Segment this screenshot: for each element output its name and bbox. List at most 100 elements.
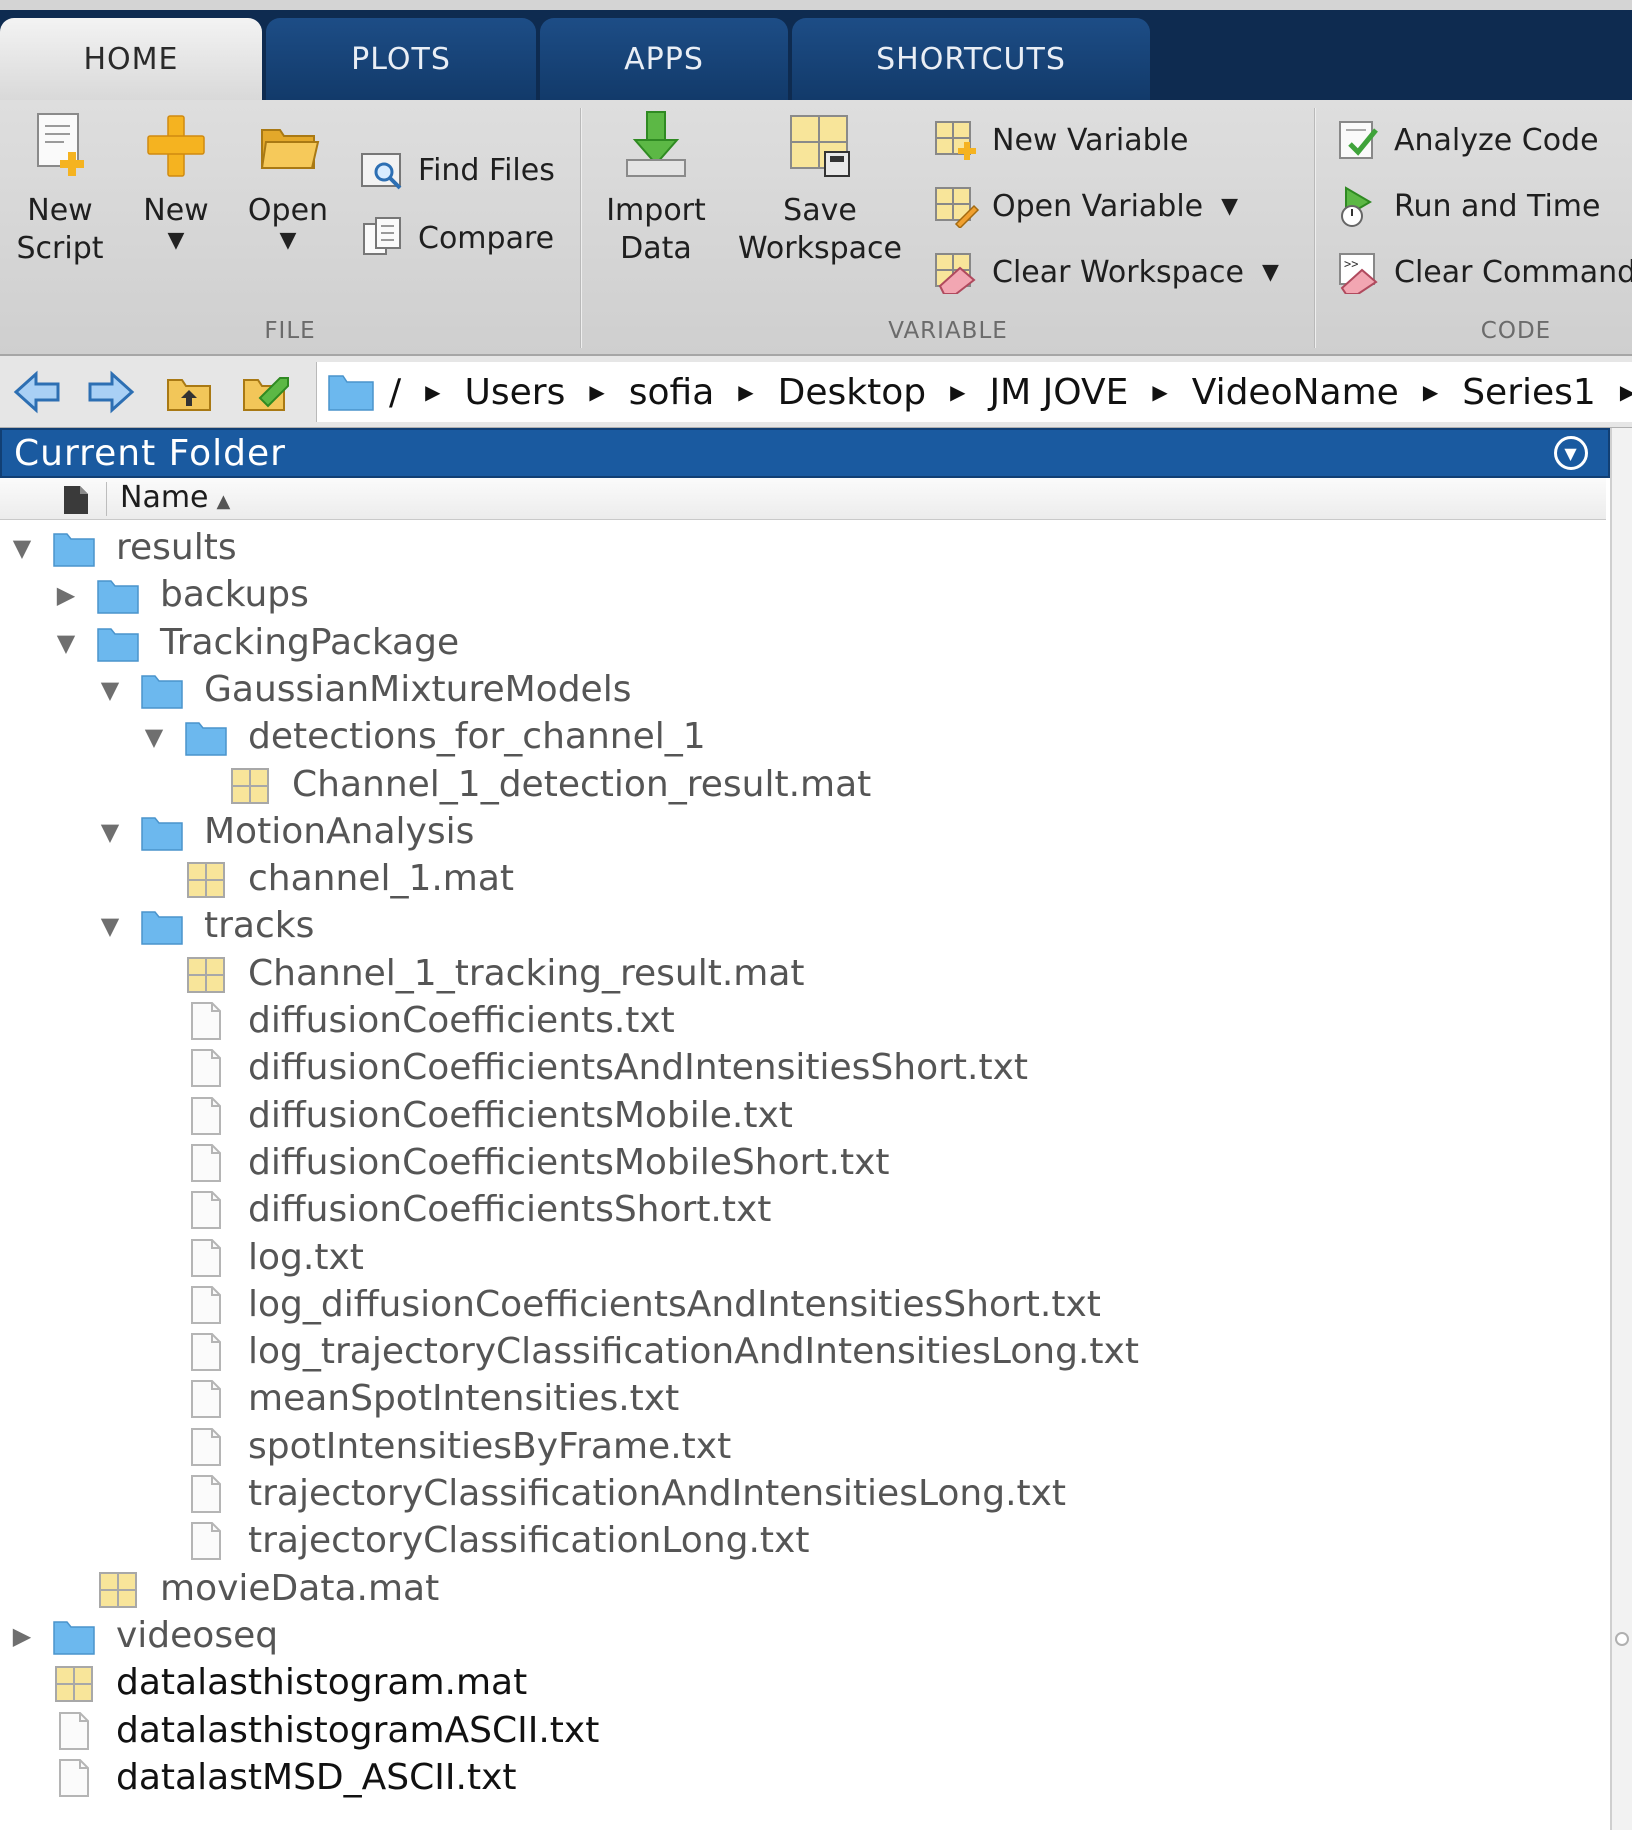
- column-divider: [106, 482, 107, 516]
- tab-home[interactable]: HOME: [0, 18, 262, 100]
- file-name: log_diffusionCoefficientsAndIntensitiesS…: [248, 1283, 1101, 1325]
- breadcrumb-users[interactable]: Users: [465, 372, 566, 413]
- file-row[interactable]: diffusionCoefficientsShort.txt: [0, 1186, 1606, 1233]
- file-row[interactable]: log_trajectoryClassificationAndIntensiti…: [0, 1328, 1606, 1375]
- code-section-label: CODE: [1480, 318, 1552, 344]
- forward-arrow-icon[interactable]: [86, 370, 136, 414]
- file-row[interactable]: spotIntensitiesByFrame.txt: [0, 1423, 1606, 1470]
- import-data-label-2: Data: [620, 231, 692, 266]
- breadcrumb-jm-jove[interactable]: JM JOVE: [990, 372, 1129, 413]
- file-row[interactable]: diffusionCoefficientsAndIntensitiesShort…: [0, 1044, 1606, 1091]
- tab-apps[interactable]: APPS: [540, 18, 788, 100]
- folder-row[interactable]: ▼ results: [0, 524, 1606, 571]
- breadcrumb-desktop[interactable]: Desktop: [778, 372, 926, 413]
- file-row[interactable]: diffusionCoefficients.txt: [0, 997, 1606, 1044]
- file-row[interactable]: trajectoryClassificationAndIntensitiesLo…: [0, 1470, 1606, 1517]
- file-row[interactable]: diffusionCoefficientsMobileShort.txt: [0, 1139, 1606, 1186]
- import-data-button[interactable]: Import Data: [600, 110, 712, 268]
- scroll-thumb[interactable]: [1615, 1632, 1629, 1646]
- collapse-toggle-icon[interactable]: ▼: [52, 629, 80, 657]
- breadcrumb-separator-icon[interactable]: ▶: [1423, 380, 1438, 404]
- new-button[interactable]: New ▼: [134, 110, 218, 252]
- expand-toggle-icon[interactable]: ▶: [52, 581, 80, 609]
- breadcrumb-separator-icon[interactable]: ▶: [425, 380, 440, 404]
- clear-workspace-dropdown-arrow-icon[interactable]: ▼: [1262, 260, 1279, 285]
- breadcrumb-videoname[interactable]: VideoName: [1192, 372, 1399, 413]
- clear-workspace-button[interactable]: Clear Workspace ▼: [934, 250, 1279, 294]
- file-row[interactable]: channel_1.mat: [0, 855, 1606, 902]
- breadcrumb-sofia[interactable]: sofia: [629, 372, 715, 413]
- compare-button[interactable]: Compare: [360, 216, 554, 260]
- open-variable-dropdown-arrow-icon[interactable]: ▼: [1221, 194, 1238, 219]
- breadcrumb-separator-icon[interactable]: ▶: [1620, 380, 1632, 404]
- new-dropdown-arrow-icon[interactable]: ▼: [134, 230, 218, 252]
- open-dropdown-arrow-icon[interactable]: ▼: [240, 230, 336, 252]
- file-row[interactable]: log_diffusionCoefficientsAndIntensitiesS…: [0, 1281, 1606, 1328]
- file-row[interactable]: diffusionCoefficientsMobile.txt: [0, 1092, 1606, 1139]
- ribbon-separator: [580, 108, 582, 348]
- back-arrow-icon[interactable]: [12, 370, 62, 414]
- breadcrumb-separator-icon[interactable]: ▶: [738, 380, 753, 404]
- folder-row[interactable]: ▶ videoseq: [0, 1612, 1606, 1659]
- clear-commands-button[interactable]: >> Clear Command: [1336, 250, 1632, 294]
- folder-row[interactable]: ▼ GaussianMixtureModels: [0, 666, 1606, 713]
- breadcrumb-separator-icon[interactable]: ▶: [589, 380, 604, 404]
- folder-icon: [328, 375, 374, 411]
- folder-row[interactable]: ▼ TrackingPackage: [0, 619, 1606, 666]
- folder-icon: [141, 675, 183, 709]
- open-button[interactable]: Open ▼: [240, 110, 336, 252]
- current-folder-header: Current Folder ▼: [0, 428, 1610, 478]
- folder-icon: [97, 627, 139, 662]
- path-breadcrumb[interactable]: / ▶ Users ▶ sofia ▶ Desktop ▶ JM JOVE ▶ …: [316, 362, 1632, 422]
- name-column-header[interactable]: Name ▲: [120, 480, 230, 515]
- analyze-code-button[interactable]: Analyze Code: [1336, 118, 1599, 162]
- folder-row[interactable]: ▼ tracks: [0, 902, 1606, 949]
- panel-actions-menu-icon[interactable]: ▼: [1554, 436, 1588, 470]
- file-row[interactable]: trajectoryClassificationLong.txt: [0, 1517, 1606, 1564]
- tab-plots[interactable]: PLOTS: [266, 18, 536, 100]
- folder-row[interactable]: ▼ detections_for_channel_1: [0, 713, 1606, 760]
- find-files-button[interactable]: Find Files: [360, 148, 555, 192]
- run-and-time-icon: [1341, 186, 1372, 227]
- new-script-button[interactable]: New Script: [8, 110, 112, 268]
- file-row[interactable]: Channel_1_tracking_result.mat: [0, 950, 1606, 997]
- expand-toggle-icon[interactable]: ▶: [8, 1622, 36, 1650]
- file-row[interactable]: datalasthistogram.mat: [0, 1659, 1606, 1706]
- file-name: trajectoryClassificationLong.txt: [248, 1520, 810, 1562]
- analyze-code-label: Analyze Code: [1394, 122, 1599, 158]
- folder-name: backups: [160, 574, 309, 616]
- collapse-toggle-icon[interactable]: ▼: [96, 818, 124, 846]
- folder-row[interactable]: ▶ backups: [0, 571, 1606, 618]
- breadcrumb-separator-icon[interactable]: ▶: [950, 380, 965, 404]
- text-file-icon: [191, 1475, 221, 1513]
- vertical-scrollbar[interactable]: [1610, 428, 1632, 1830]
- file-type-column-icon[interactable]: [62, 484, 90, 516]
- collapse-toggle-icon[interactable]: ▼: [140, 723, 168, 751]
- collapse-toggle-icon[interactable]: ▼: [96, 912, 124, 940]
- panel-title: Current Folder: [14, 432, 286, 474]
- breadcrumb-root[interactable]: /: [389, 372, 401, 413]
- new-variable-button[interactable]: New Variable: [934, 118, 1188, 162]
- breadcrumb-separator-icon[interactable]: ▶: [1152, 380, 1167, 404]
- collapse-toggle-icon[interactable]: ▼: [96, 676, 124, 704]
- save-workspace-button[interactable]: Save Workspace: [736, 110, 904, 268]
- browse-for-folder-icon[interactable]: [240, 370, 294, 414]
- run-and-time-button[interactable]: Run and Time: [1336, 184, 1600, 228]
- file-name: trajectoryClassificationAndIntensitiesLo…: [248, 1473, 1067, 1514]
- tab-shortcuts[interactable]: SHORTCUTS: [792, 18, 1150, 100]
- file-row[interactable]: log.txt: [0, 1234, 1606, 1281]
- file-row[interactable]: datalastMSD_ASCII.txt: [0, 1754, 1606, 1801]
- file-row[interactable]: Channel_1_detection_result.mat: [0, 761, 1606, 808]
- file-row[interactable]: meanSpotIntensities.txt: [0, 1375, 1606, 1422]
- svg-text:>>: >>: [1344, 257, 1358, 271]
- up-one-level-icon[interactable]: [164, 370, 214, 414]
- text-file-icon: [191, 1333, 221, 1372]
- file-row[interactable]: movieData.mat: [0, 1565, 1606, 1612]
- file-row[interactable]: datalasthistogramASCII.txt: [0, 1707, 1606, 1754]
- clear-commands-label: Clear Command: [1394, 254, 1632, 290]
- open-variable-button[interactable]: Open Variable ▼: [934, 184, 1238, 228]
- collapse-toggle-icon[interactable]: ▼: [8, 534, 36, 562]
- breadcrumb-series1[interactable]: Series1: [1462, 372, 1596, 413]
- mat-file-icon: [231, 767, 269, 804]
- folder-row[interactable]: ▼ MotionAnalysis: [0, 808, 1606, 855]
